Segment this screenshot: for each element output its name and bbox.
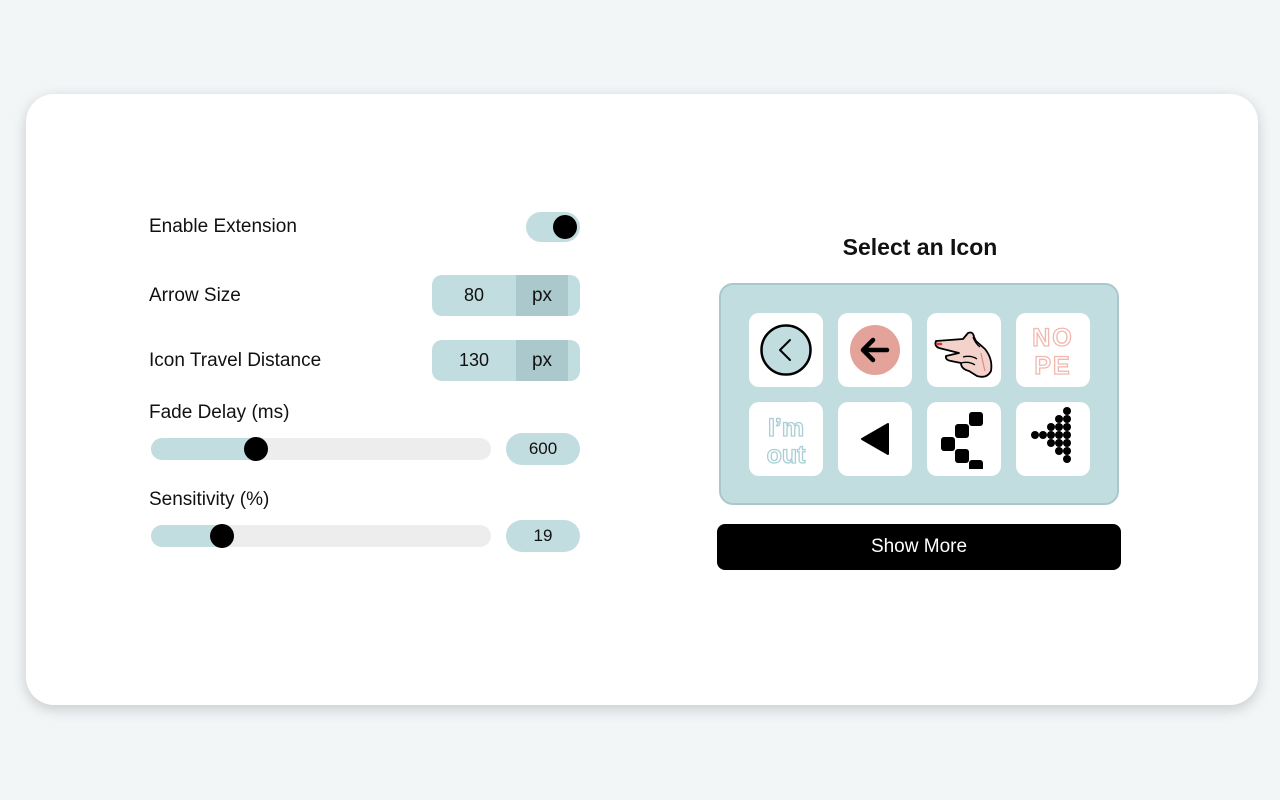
svg-text:I’m: I’m <box>768 414 804 442</box>
enable-extension-row: Enable Extension <box>149 212 580 242</box>
settings-card: Enable Extension Arrow Size px Icon Trav… <box>26 94 1258 705</box>
sensitivity-block: Sensitivity (%) 19 <box>149 489 580 552</box>
pointing-hand-icon <box>934 331 993 378</box>
fade-delay-label: Fade Delay (ms) <box>149 402 290 423</box>
sensitivity-label: Sensitivity (%) <box>149 489 270 510</box>
sensitivity-slider-thumb[interactable] <box>210 524 235 548</box>
arrow-size-field: px <box>432 275 580 316</box>
icon-option-5[interactable]: I’m out <box>749 402 823 476</box>
icon-option-7[interactable] <box>927 402 1001 476</box>
icon-selector-title: Select an Icon <box>842 234 998 260</box>
icon-option-1[interactable] <box>749 313 823 387</box>
icon-grid: NO PE I’m out <box>719 283 1119 505</box>
icon-selector-panel: Select an Icon NO PE I’m out Show More <box>717 234 1121 570</box>
arrow-size-label: Arrow Size <box>149 284 241 306</box>
fade-delay-value: 600 <box>506 433 580 465</box>
enable-extension-label: Enable Extension <box>149 216 297 237</box>
arrow-size-row: Arrow Size px <box>149 275 580 316</box>
triangle-left-icon <box>861 423 889 455</box>
svg-text:PE: PE <box>1034 352 1071 380</box>
enable-extension-toggle[interactable] <box>526 212 580 242</box>
icon-travel-distance-field-end <box>568 340 580 381</box>
icon-option-6[interactable] <box>838 402 912 476</box>
blocky-arrow-left-icon <box>941 412 983 469</box>
nope-text-icon: NO PE <box>1032 323 1074 380</box>
icon-option-2[interactable] <box>838 313 912 387</box>
pink-circle-arrow-left-icon <box>850 325 900 375</box>
icon-travel-distance-label: Icon Travel Distance <box>149 349 322 371</box>
sensitivity-slider[interactable] <box>151 524 491 548</box>
fade-delay-slider-thumb[interactable] <box>244 437 269 461</box>
icon-travel-distance-field: px <box>432 340 580 381</box>
fade-delay-slider-fill <box>151 438 257 460</box>
dotted-arrow-left-icon <box>1031 407 1071 463</box>
sensitivity-slider-row: 19 <box>149 520 580 552</box>
icon-option-8[interactable] <box>1016 402 1090 476</box>
show-more-button[interactable]: Show More <box>717 524 1121 570</box>
svg-text:out: out <box>767 441 807 469</box>
icon-travel-distance-input[interactable] <box>432 340 516 381</box>
fade-delay-block: Fade Delay (ms) 600 <box>149 402 580 465</box>
circle-chevron-left-icon <box>760 324 812 376</box>
fade-delay-slider[interactable] <box>151 437 491 461</box>
im-out-text-icon: I’m out <box>766 413 807 469</box>
svg-text:NO: NO <box>1032 324 1074 352</box>
arrow-size-input[interactable] <box>432 275 516 316</box>
icon-option-4[interactable]: NO PE <box>1016 313 1090 387</box>
icon-travel-distance-row: Icon Travel Distance px <box>149 340 580 381</box>
arrow-size-unit: px <box>516 275 568 316</box>
sensitivity-value: 19 <box>506 520 580 552</box>
icon-travel-distance-unit: px <box>516 340 568 381</box>
fade-delay-slider-row: 600 <box>149 433 580 465</box>
toggle-knob <box>553 215 577 239</box>
icon-option-3[interactable] <box>927 313 1001 387</box>
arrow-size-field-end <box>568 275 580 316</box>
